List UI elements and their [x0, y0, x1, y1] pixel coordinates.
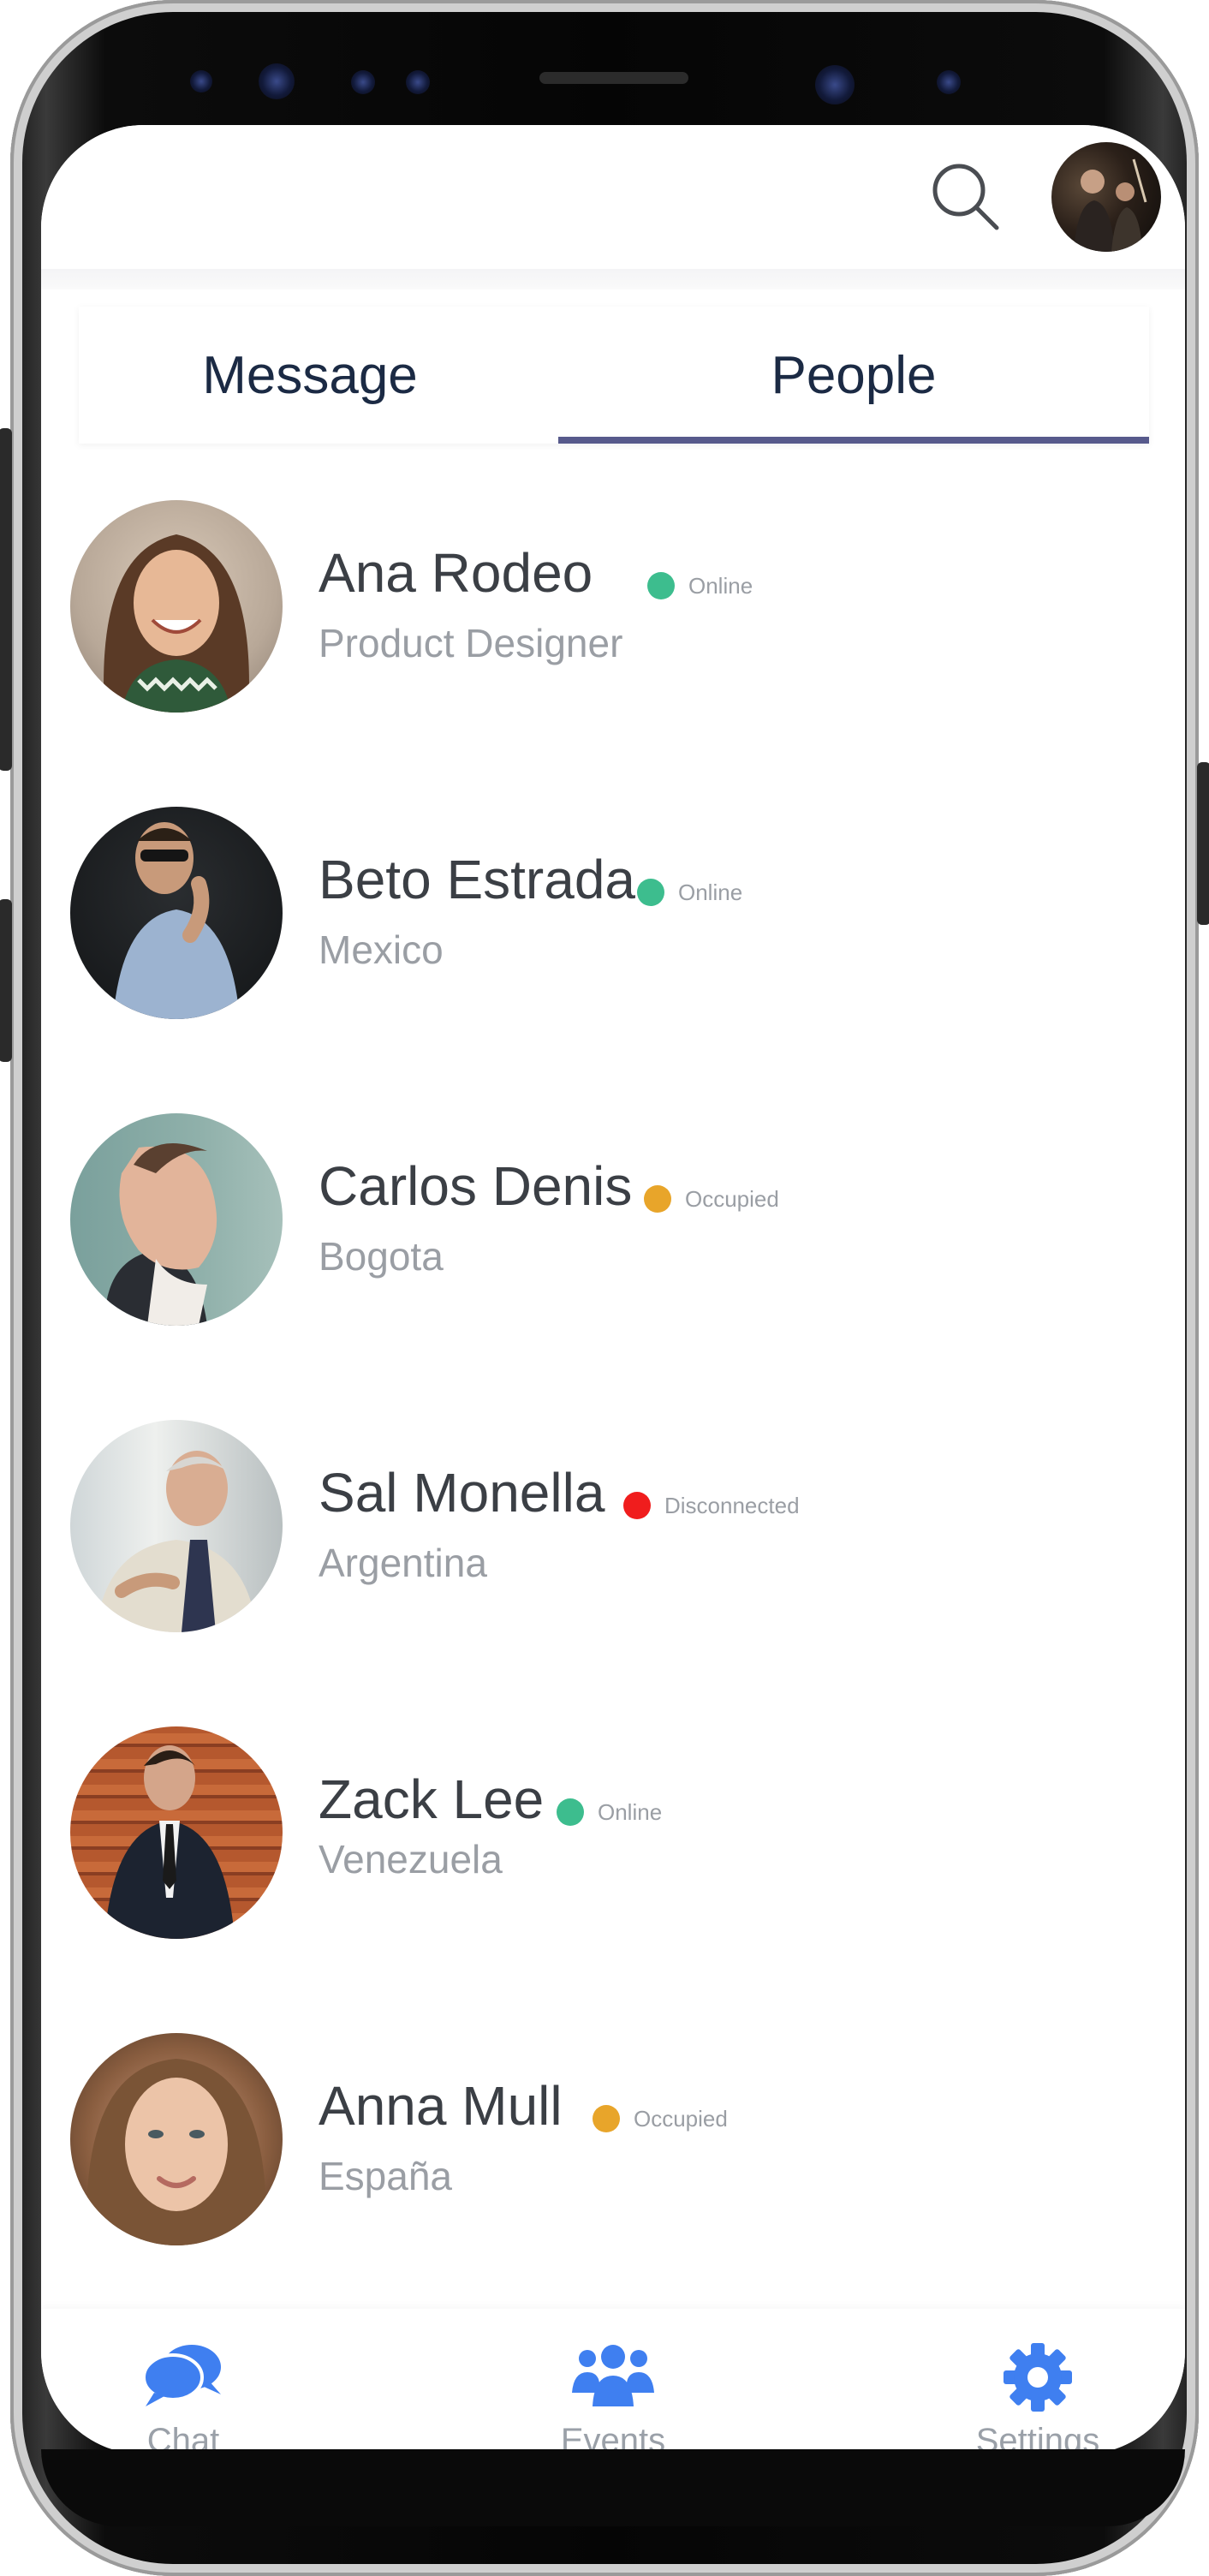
status-text: Occupied: [685, 1185, 779, 1212]
status-text: Disconnected: [664, 1492, 800, 1518]
status-badge: Occupied: [593, 2105, 728, 2132]
chat-bubbles-icon: [142, 2345, 221, 2406]
app-header: [41, 125, 1185, 269]
nav-events[interactable]: Events: [527, 2309, 699, 2454]
person-name: Sal Monella: [319, 1462, 605, 1524]
gear-icon: [1004, 2343, 1072, 2412]
list-item[interactable]: Anna Mull Occupied España: [41, 2033, 1185, 2281]
volume-button: [0, 428, 12, 771]
list-item[interactable]: Beto Estrada Online Mexico: [41, 807, 1185, 1055]
status-badge: Disconnected: [623, 1492, 800, 1519]
list-item[interactable]: Ana Rodeo Online Product Designer: [41, 500, 1185, 748]
person-subtitle: Mexico: [319, 927, 444, 972]
nav-chat[interactable]: Chat: [98, 2309, 269, 2454]
avatar-woman-curly-hair: [70, 500, 283, 713]
status-text: Online: [688, 572, 753, 599]
status-dot-icon: [623, 1492, 651, 1519]
power-button: [1197, 762, 1209, 925]
status-badge: Online: [557, 1798, 662, 1826]
status-dot-icon: [637, 879, 664, 906]
tab-people[interactable]: People: [558, 307, 1149, 444]
person-name: Carlos Denis: [319, 1155, 633, 1217]
person-subtitle: Bogota: [319, 1234, 444, 1279]
sensor-icon: [190, 70, 212, 92]
person-subtitle: Product Designer: [319, 621, 623, 665]
status-text: Online: [678, 879, 743, 905]
iris-sensor-icon: [259, 63, 295, 99]
avatar-man-profile: [70, 1113, 283, 1326]
status-dot-icon: [644, 1185, 671, 1213]
status-badge: Online: [647, 572, 753, 599]
status-dot-icon: [593, 2105, 620, 2132]
search-icon[interactable]: [930, 161, 1002, 233]
status-text: Occupied: [634, 2105, 728, 2132]
avatar-man-tie: [70, 1420, 283, 1632]
person-subtitle: España: [319, 2154, 453, 2198]
sensor-icon: [406, 70, 430, 94]
earpiece-speaker: [539, 72, 688, 84]
status-badge: Occupied: [644, 1185, 779, 1213]
person-name: Beto Estrada: [319, 849, 635, 910]
person-subtitle: Argentina: [319, 1541, 487, 1585]
person-name: Ana Rodeo: [319, 542, 593, 604]
status-badge: Online: [637, 879, 742, 906]
tab-message[interactable]: Message: [79, 307, 541, 444]
list-item[interactable]: Carlos Denis Occupied Bogota: [41, 1113, 1185, 1362]
tab-bar: Message People: [79, 307, 1149, 444]
iris-camera-icon: [937, 70, 961, 94]
list-item[interactable]: Zack Lee Online Venezuela: [41, 1726, 1185, 1975]
status-dot-icon: [647, 572, 675, 599]
nav-settings[interactable]: Settings: [952, 2309, 1123, 2454]
bottom-nav: Chat Events Settings: [41, 2309, 1185, 2454]
status-dot-icon: [557, 1798, 584, 1826]
status-text: Online: [598, 1798, 663, 1825]
list-item[interactable]: Sal Monella Disconnected Argentina: [41, 1420, 1185, 1668]
header-divider: [41, 269, 1185, 289]
person-subtitle: Venezuela: [319, 1837, 503, 1881]
app-screen: Message People Ana Rodeo Online Product …: [41, 125, 1185, 2454]
front-camera-icon: [815, 65, 855, 104]
bixby-button: [0, 899, 12, 1062]
phone-chin: [41, 2449, 1185, 2526]
avatar-woman-smiling: [70, 2033, 283, 2245]
phone-frame: Message People Ana Rodeo Online Product …: [0, 0, 1209, 2576]
person-name: Anna Mull: [319, 2075, 563, 2137]
profile-photo-icon: [1074, 158, 1147, 252]
user-avatar[interactable]: [1051, 142, 1161, 252]
active-tab-indicator: [558, 437, 1149, 444]
group-icon: [572, 2345, 654, 2406]
avatar-man-sunglasses: [70, 807, 283, 1019]
sensor-icon: [351, 70, 375, 94]
person-name: Zack Lee: [319, 1768, 545, 1830]
avatar-man-suit: [70, 1726, 283, 1939]
